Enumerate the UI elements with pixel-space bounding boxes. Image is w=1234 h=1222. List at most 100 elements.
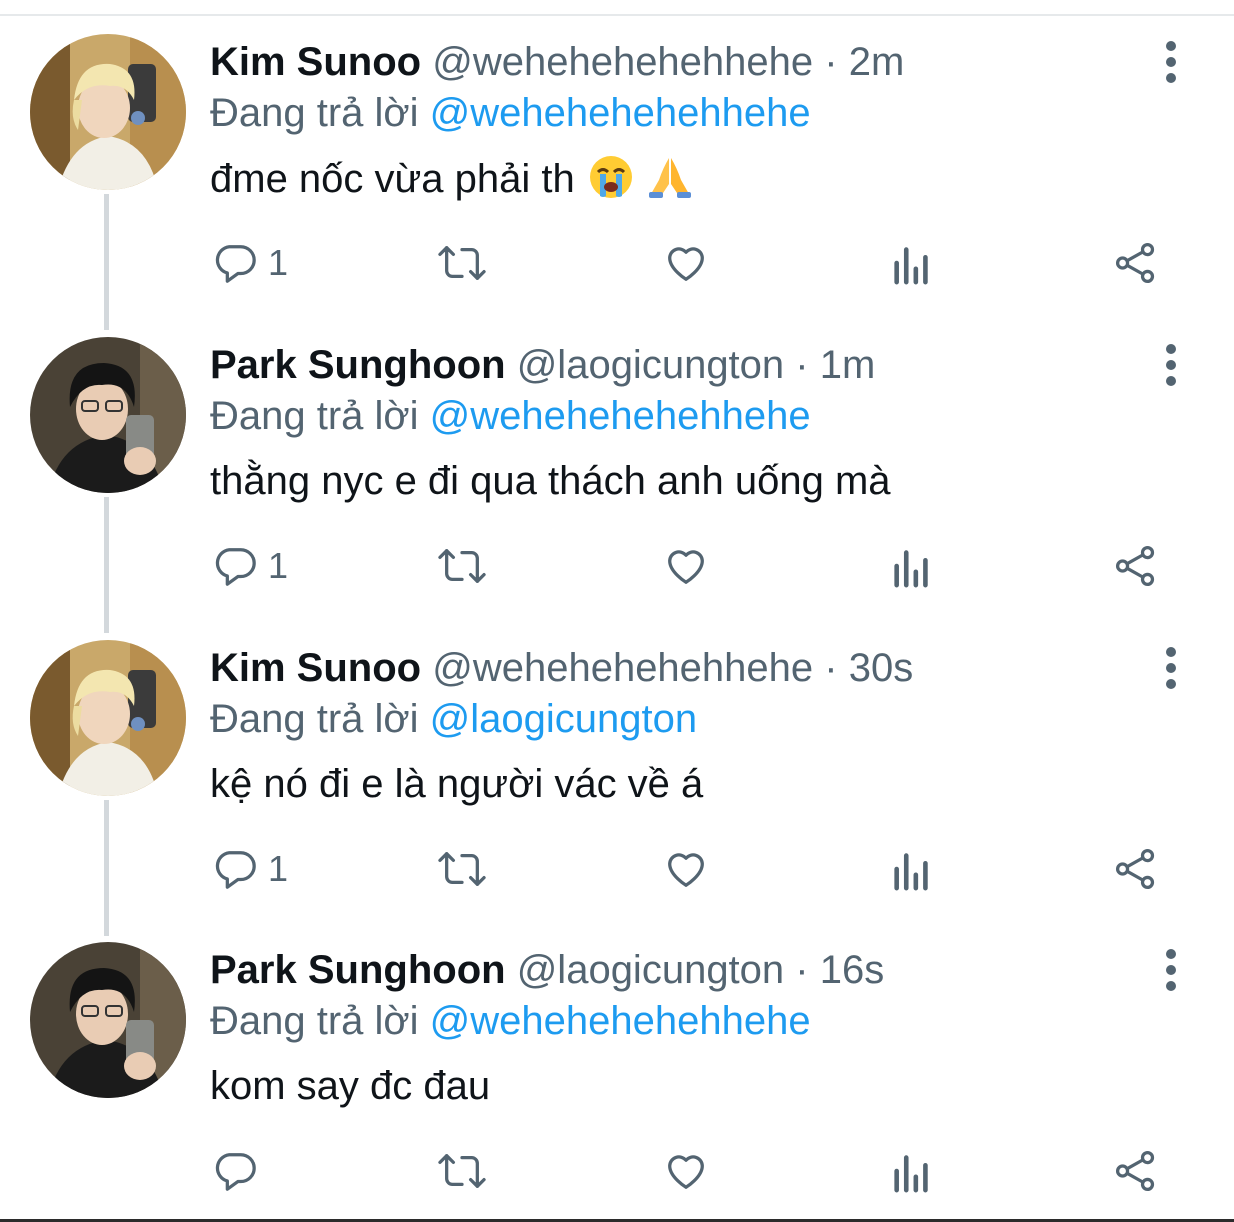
share-button[interactable] <box>1112 1144 1160 1198</box>
heart-icon <box>662 846 710 892</box>
more-options-icon[interactable] <box>1154 40 1188 84</box>
tweet-actions: 1 <box>0 842 1234 896</box>
display-name[interactable]: Park Sunghoon <box>210 343 506 387</box>
more-options-icon[interactable] <box>1154 646 1188 690</box>
heart-icon <box>662 1148 710 1194</box>
tweet-text: đme nốc vừa phải th <box>210 154 693 211</box>
reply-icon <box>212 543 258 589</box>
reply-mention-link[interactable]: @wehehehehehhehe <box>430 999 811 1043</box>
tweet-header: Park Sunghoon @laogicungton · 1m <box>210 341 875 389</box>
tweet-actions: 1 <box>0 539 1234 593</box>
retweet-icon <box>436 846 488 892</box>
separator-dot: · <box>795 948 809 992</box>
reply-button[interactable] <box>212 1144 268 1198</box>
separator-dot: · <box>824 646 838 690</box>
replying-to: Đang trả lời @wehehehehehhehe <box>210 392 811 440</box>
views-button[interactable] <box>890 539 934 593</box>
reply-mention-link[interactable]: @wehehehehehhehe <box>430 91 811 135</box>
analytics-icon <box>890 846 934 892</box>
like-button[interactable] <box>662 236 710 290</box>
username[interactable]: @laogicungton <box>517 343 784 387</box>
replying-to-label: Đang trả lời <box>210 999 419 1043</box>
tweet-text-content: đme nốc vừa phải th <box>210 157 575 201</box>
tweet-actions <box>0 1144 1234 1198</box>
replying-to-label: Đang trả lời <box>210 697 419 741</box>
reply-count: 1 <box>268 545 289 586</box>
share-button[interactable] <box>1112 842 1160 896</box>
retweet-button[interactable] <box>436 1144 488 1198</box>
display-name[interactable]: Kim Sunoo <box>210 646 421 690</box>
share-icon <box>1112 543 1160 589</box>
reply-button[interactable]: 1 <box>212 236 288 290</box>
heart-icon <box>662 543 710 589</box>
replying-to: Đang trả lời @wehehehehehhehe <box>210 997 811 1045</box>
replying-to-label: Đang trả lời <box>210 394 419 438</box>
tweet[interactable]: Kim Sunoo @wehehehehehhehe · 30s Đang tr… <box>0 606 1234 936</box>
tweet-text-content: kom say đc đau <box>210 1064 491 1108</box>
like-button[interactable] <box>662 842 710 896</box>
analytics-icon <box>890 240 934 286</box>
retweet-button[interactable] <box>436 236 488 290</box>
share-icon <box>1112 1148 1160 1194</box>
folded-hands-icon <box>647 154 693 211</box>
display-name[interactable]: Kim Sunoo <box>210 40 421 84</box>
replying-to: Đang trả lời @wehehehehehhehe <box>210 89 811 137</box>
tweet-header: Kim Sunoo @wehehehehehhehe · 2m <box>210 38 904 86</box>
views-button[interactable] <box>890 236 934 290</box>
tweet-text: kệ nó đi e là người vác về á <box>210 760 703 808</box>
reply-mention-link[interactable]: @laogicungton <box>430 697 697 741</box>
reply-icon <box>212 240 258 286</box>
loudly-crying-face-icon <box>588 154 634 211</box>
timestamp[interactable]: 2m <box>849 40 905 84</box>
avatar[interactable] <box>30 34 186 190</box>
username[interactable]: @wehehehehehhehe <box>432 40 813 84</box>
tweet[interactable]: Park Sunghoon @laogicungton · 16s Đang t… <box>0 908 1234 1210</box>
avatar[interactable] <box>30 942 186 1098</box>
separator-dot: · <box>824 40 838 84</box>
share-button[interactable] <box>1112 236 1160 290</box>
tweet[interactable]: Park Sunghoon @laogicungton · 1m Đang tr… <box>0 303 1234 633</box>
timestamp[interactable]: 1m <box>820 343 876 387</box>
tweet[interactable]: Kim Sunoo @wehehehehehhehe · 2m Đang trả… <box>0 0 1234 330</box>
username[interactable]: @laogicungton <box>517 948 784 992</box>
timestamp[interactable]: 30s <box>849 646 914 690</box>
share-icon <box>1112 240 1160 286</box>
replying-to-label: Đang trả lời <box>210 91 419 135</box>
like-button[interactable] <box>662 539 710 593</box>
tweet-text-content: kệ nó đi e là người vác về á <box>210 762 704 806</box>
analytics-icon <box>890 1148 934 1194</box>
tweet-header: Park Sunghoon @laogicungton · 16s <box>210 946 884 994</box>
tweet-text: kom say đc đau <box>210 1062 490 1110</box>
reply-button[interactable]: 1 <box>212 539 288 593</box>
reply-mention-link[interactable]: @wehehehehehhehe <box>430 394 811 438</box>
views-button[interactable] <box>890 842 934 896</box>
avatar[interactable] <box>30 640 186 796</box>
replying-to: Đang trả lời @laogicungton <box>210 695 697 743</box>
tweet-header: Kim Sunoo @wehehehehehhehe · 30s <box>210 644 913 692</box>
reply-icon <box>212 846 258 892</box>
heart-icon <box>662 240 710 286</box>
separator-dot: · <box>795 343 809 387</box>
share-icon <box>1112 846 1160 892</box>
share-button[interactable] <box>1112 539 1160 593</box>
reply-count: 1 <box>268 848 289 889</box>
retweet-button[interactable] <box>436 539 488 593</box>
reply-button[interactable]: 1 <box>212 842 288 896</box>
analytics-icon <box>890 543 934 589</box>
username[interactable]: @wehehehehehhehe <box>432 646 813 690</box>
views-button[interactable] <box>890 1144 934 1198</box>
retweet-icon <box>436 543 488 589</box>
retweet-button[interactable] <box>436 842 488 896</box>
more-options-icon[interactable] <box>1154 948 1188 992</box>
timestamp[interactable]: 16s <box>820 948 885 992</box>
reply-count: 1 <box>268 242 289 283</box>
tweet-text-content: thằng nyc e đi qua thách anh uống mà <box>210 459 891 503</box>
retweet-icon <box>436 1148 488 1194</box>
tweet-text: thằng nyc e đi qua thách anh uống mà <box>210 457 891 505</box>
retweet-icon <box>436 240 488 286</box>
like-button[interactable] <box>662 1144 710 1198</box>
display-name[interactable]: Park Sunghoon <box>210 948 506 992</box>
tweet-actions: 1 <box>0 236 1234 290</box>
avatar[interactable] <box>30 337 186 493</box>
more-options-icon[interactable] <box>1154 343 1188 387</box>
